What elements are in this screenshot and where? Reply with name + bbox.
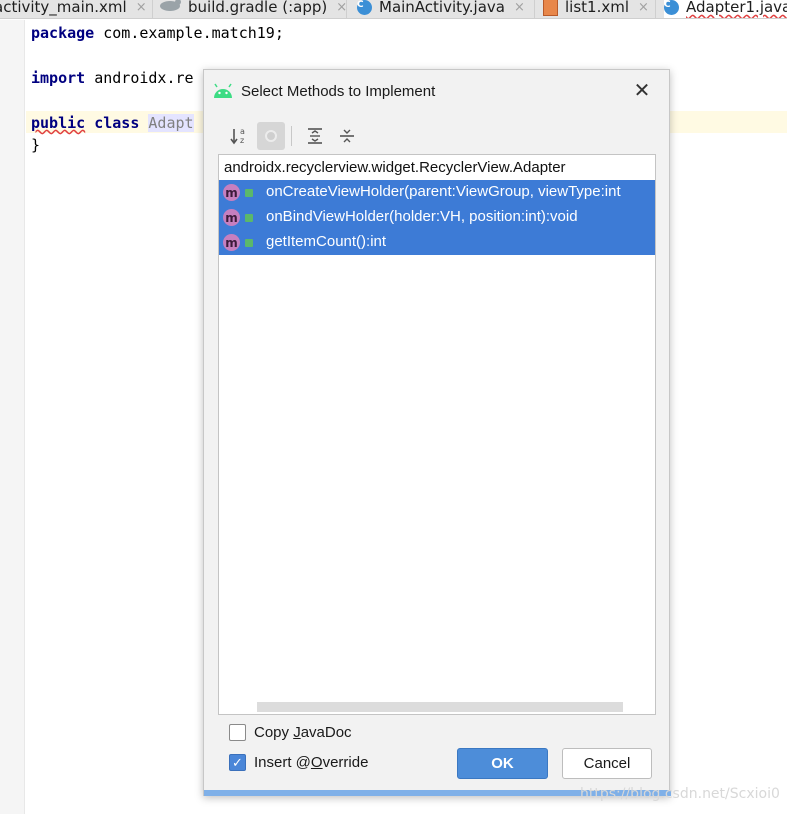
tab-close-icon[interactable]: × xyxy=(638,0,649,15)
code-line-closing-brace: } xyxy=(31,136,41,154)
tree-row-method[interactable]: m onCreateViewHolder(parent:ViewGroup, v… xyxy=(219,180,655,205)
copy-javadoc-label: Copy JavaDoc xyxy=(254,724,352,741)
tab-divider xyxy=(655,0,656,18)
tab-list1-xml[interactable]: list1.xml × xyxy=(543,0,649,18)
select-methods-dialog: Select Methods to Implement ✕ a z androi… xyxy=(203,69,671,796)
tab-label: build.gradle (:app) xyxy=(188,0,328,16)
java-class-icon: C xyxy=(664,0,679,15)
java-class-icon: C xyxy=(357,0,372,15)
insert-override-checkbox-row[interactable]: ✓ Insert @Override xyxy=(229,754,368,771)
gradle-icon xyxy=(159,0,181,16)
lock-icon xyxy=(245,239,253,247)
cancel-button[interactable]: Cancel xyxy=(562,748,652,779)
toolbar-divider xyxy=(291,126,292,146)
android-icon xyxy=(212,83,234,99)
lock-icon xyxy=(245,189,253,197)
sort-alphabetically-button[interactable]: a z xyxy=(225,122,253,150)
methods-tree[interactable]: androidx.recyclerview.widget.RecyclerVie… xyxy=(218,154,656,715)
show-classes-icon xyxy=(265,130,277,142)
insert-override-label: Insert @Override xyxy=(254,754,369,771)
tree-node-superclass[interactable]: androidx.recyclerview.widget.RecyclerVie… xyxy=(224,159,566,176)
tab-adapter1-java[interactable]: C Adapter1.java xyxy=(664,0,787,18)
xml-file-icon xyxy=(543,0,558,16)
expand-all-icon xyxy=(308,128,322,144)
code-line-class-declaration: public class Adapt xyxy=(31,114,194,132)
svg-text:z: z xyxy=(240,136,244,145)
tab-label: list1.xml xyxy=(565,0,629,16)
dialog-title-bar[interactable]: Select Methods to Implement ✕ xyxy=(204,70,669,114)
dialog-title: Select Methods to Implement xyxy=(241,83,436,100)
expand-all-button[interactable] xyxy=(301,122,329,150)
tab-label: MainActivity.java xyxy=(379,0,505,16)
code-line-import: import androidx.re xyxy=(31,69,194,87)
show-classes-button[interactable] xyxy=(257,122,285,150)
tree-row-method[interactable]: m getItemCount():int xyxy=(219,230,655,255)
copy-javadoc-checkbox-row[interactable]: Copy JavaDoc xyxy=(229,724,352,741)
tab-close-icon[interactable]: × xyxy=(514,0,525,15)
tab-mainactivity-java[interactable]: C MainActivity.java × xyxy=(357,0,525,18)
tab-label: Adapter1.java xyxy=(686,0,787,16)
method-label: onCreateViewHolder(parent:ViewGroup, vie… xyxy=(266,183,621,200)
collapse-all-icon xyxy=(340,129,354,143)
copy-javadoc-checkbox[interactable] xyxy=(229,724,246,741)
editor-gutter xyxy=(0,20,25,814)
method-label: onBindViewHolder(holder:VH, position:int… xyxy=(266,208,578,225)
tab-close-icon[interactable]: × xyxy=(136,0,147,15)
sort-alphabetically-icon: a z xyxy=(230,127,245,145)
tab-activity-main-xml[interactable]: activity_main.xml × xyxy=(0,0,147,18)
collapse-all-button[interactable] xyxy=(333,122,361,150)
watermark: https://blog.csdn.net/Scxioi0 xyxy=(580,786,780,802)
lock-icon xyxy=(245,214,253,222)
close-icon[interactable]: ✕ xyxy=(631,80,653,102)
insert-override-checkbox[interactable]: ✓ xyxy=(229,754,246,771)
code-line-package: package com.example.match19; xyxy=(31,24,284,42)
horizontal-scrollbar[interactable] xyxy=(257,702,623,712)
method-label: getItemCount():int xyxy=(266,233,387,250)
tab-divider xyxy=(346,0,347,18)
tab-build-gradle[interactable]: build.gradle (:app) × xyxy=(159,0,347,18)
tab-divider xyxy=(534,0,535,18)
svg-text:a: a xyxy=(240,127,245,136)
tree-row-method[interactable]: m onBindViewHolder(holder:VH, position:i… xyxy=(219,205,655,230)
tab-label: activity_main.xml xyxy=(0,0,127,16)
method-icon: m xyxy=(223,184,240,201)
editor-tab-bar: activity_main.xml × build.gradle (:app) … xyxy=(0,0,787,19)
tab-divider xyxy=(152,0,153,18)
method-icon: m xyxy=(223,234,240,251)
method-icon: m xyxy=(223,209,240,226)
ok-button[interactable]: OK xyxy=(457,748,548,779)
